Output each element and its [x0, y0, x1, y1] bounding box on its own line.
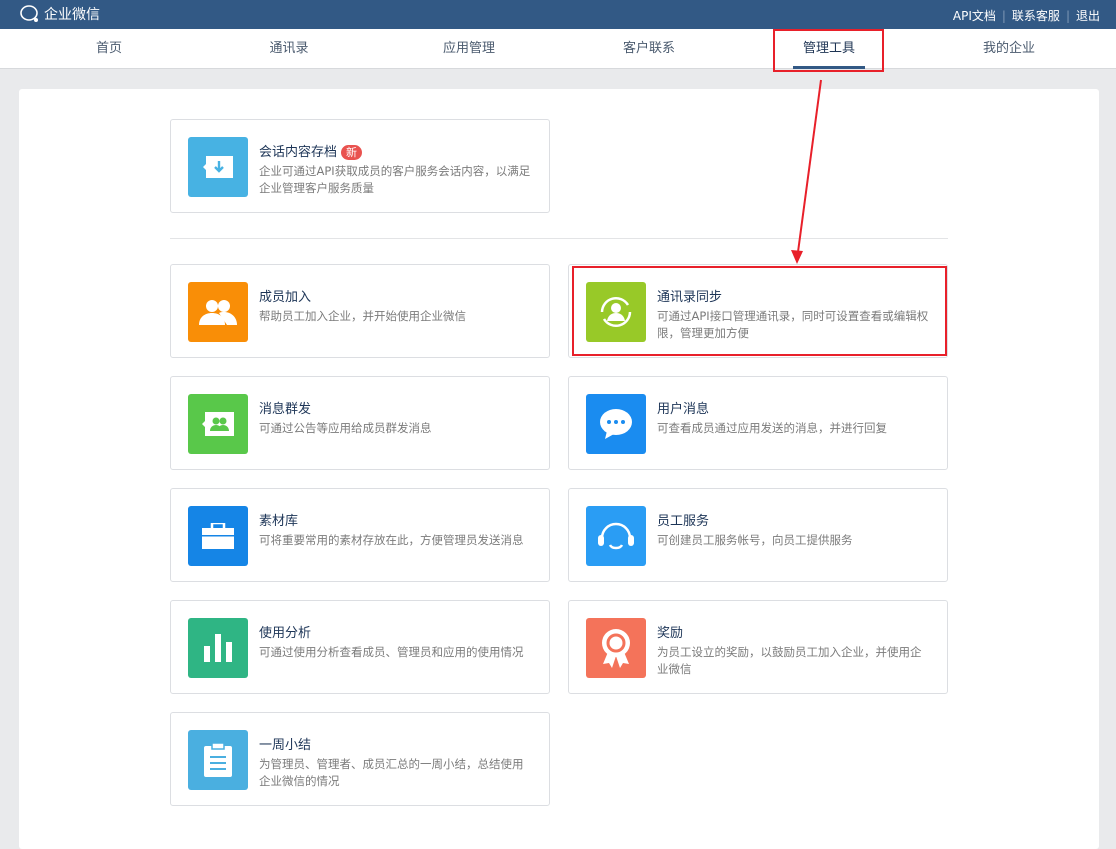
card-title: 员工服务 [657, 514, 710, 529]
top-bar: 企业微信 API文档 | 联系客服 | 退出 [0, 0, 1116, 29]
card-desc: 帮助员工加入企业，并开始使用企业微信 [259, 309, 466, 323]
card-title: 使用分析 [259, 626, 312, 641]
card-title: 消息群发 [259, 402, 312, 417]
card-title: 一周小结 [259, 738, 312, 753]
tab-customer-contact[interactable]: 客户联系 [589, 29, 709, 69]
card-title: 素材库 [259, 514, 299, 529]
members-icon [188, 282, 248, 342]
wecom-logo-icon [20, 5, 38, 22]
chat-bubble-icon [586, 394, 646, 454]
main-nav: 首页 通讯录 应用管理 客户联系 管理工具 我的企业 [0, 29, 1116, 69]
card-desc: 可通过使用分析查看成员、管理员和应用的使用情况 [259, 645, 524, 659]
card-chat-archive[interactable]: 会话内容存档新 企业可通过API获取成员的客户服务会话内容，以满足企业管理客户服… [170, 119, 550, 213]
headset-icon [586, 506, 646, 566]
tab-contacts[interactable]: 通讯录 [229, 29, 349, 69]
card-desc: 可将重要常用的素材存放在此，方便管理员发送消息 [259, 533, 524, 547]
card-headset[interactable]: 员工服务 可创建员工服务帐号，向员工提供服务 [568, 488, 948, 582]
card-members[interactable]: 成员加入 帮助员工加入企业，并开始使用企业微信 [170, 264, 550, 358]
highlight-box-tab [773, 29, 884, 72]
card-desc: 企业可通过API获取成员的客户服务会话内容，以满足企业管理客户服务质量 [259, 164, 531, 195]
divider [170, 238, 948, 239]
card-desc: 可通过公告等应用给成员群发消息 [259, 421, 432, 435]
briefcase-icon [188, 506, 248, 566]
new-badge: 新 [341, 145, 363, 160]
contact-support-link[interactable]: 联系客服 [1012, 7, 1060, 24]
card-desc: 为管理员、管理者、成员汇总的一周小结，总结使用企业微信的情况 [259, 757, 524, 788]
card-desc: 为员工设立的奖励，以鼓励员工加入企业，并使用企业微信 [657, 645, 922, 676]
highlight-box-card [572, 266, 947, 356]
card-title: 用户消息 [657, 402, 710, 417]
logo[interactable]: 企业微信 [19, 4, 100, 24]
card-award[interactable]: 奖励 为员工设立的奖励，以鼓励员工加入企业，并使用企业微信 [568, 600, 948, 694]
clipboard-icon [188, 730, 248, 790]
card-clipboard[interactable]: 一周小结 为管理员、管理者、成员汇总的一周小结，总结使用企业微信的情况 [170, 712, 550, 806]
api-docs-link[interactable]: API文档 [953, 7, 996, 24]
archive-download-icon [188, 137, 248, 197]
broadcast-icon [188, 394, 248, 454]
card-title: 奖励 [657, 626, 684, 641]
bar-chart-icon [188, 618, 248, 678]
tab-app-management[interactable]: 应用管理 [409, 29, 529, 69]
card-desc: 可查看成员通过应用发送的消息，并进行回复 [657, 421, 887, 435]
award-icon [586, 618, 646, 678]
tab-home[interactable]: 首页 [49, 29, 169, 69]
card-desc: 可创建员工服务帐号，向员工提供服务 [657, 533, 853, 547]
card-bar-chart[interactable]: 使用分析 可通过使用分析查看成员、管理员和应用的使用情况 [170, 600, 550, 694]
logo-text: 企业微信 [44, 7, 100, 23]
tab-my-company[interactable]: 我的企业 [949, 29, 1069, 69]
logout-link[interactable]: 退出 [1076, 7, 1100, 24]
card-chat-bubble[interactable]: 用户消息 可查看成员通过应用发送的消息，并进行回复 [568, 376, 948, 470]
card-title: 成员加入 [259, 290, 312, 305]
card-briefcase[interactable]: 素材库 可将重要常用的素材存放在此，方便管理员发送消息 [170, 488, 550, 582]
card-broadcast[interactable]: 消息群发 可通过公告等应用给成员群发消息 [170, 376, 550, 470]
card-title: 会话内容存档 [259, 145, 338, 160]
